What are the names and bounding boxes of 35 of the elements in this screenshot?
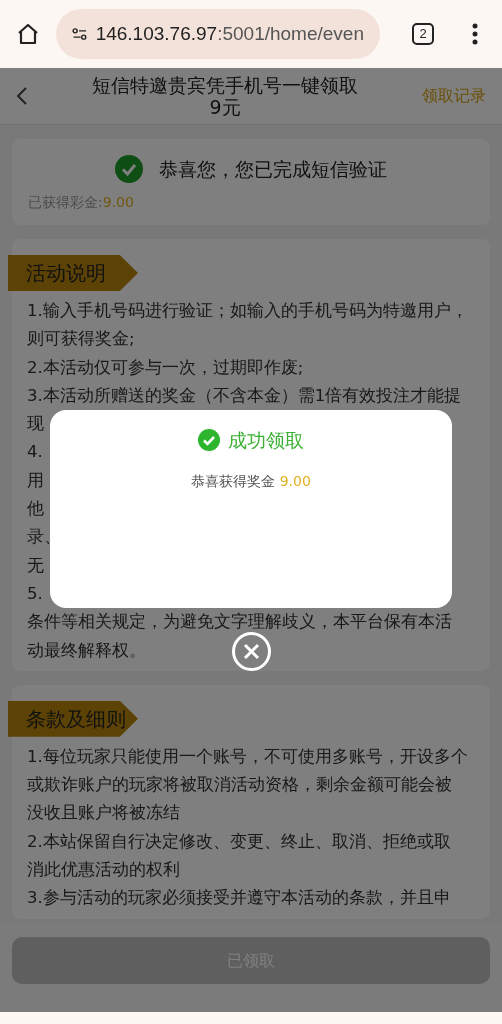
- rule-text: 1.每位玩家只能使用一个账号，不可使用多账号，开设多个: [27, 745, 468, 768]
- close-button[interactable]: [232, 632, 271, 671]
- rule-text: 1.输入手机号码进行验证；如输入的手机号码为特邀用户，: [27, 300, 468, 322]
- status-message: 恭喜您，您已完成短信验证: [159, 157, 387, 182]
- check-circle-icon: [115, 155, 143, 184]
- rule-text: 2.本活动仅可参与一次，过期即作废;: [27, 356, 304, 379]
- url-text[interactable]: 146.103.76.97:5001/home/even: [95, 19, 364, 49]
- page-title: 短信特邀贵宾凭手机号一键领取9元: [91, 74, 359, 118]
- check-circle-icon: [198, 429, 220, 452]
- tab-count[interactable]: 2: [412, 23, 434, 45]
- rule-text: 消此优惠活动的权利: [27, 859, 180, 882]
- rule-text: 无: [27, 554, 44, 577]
- rule-text: 4.: [27, 441, 43, 464]
- rule-text: 条件等相关规定，为避免文字理解歧义，本平台保有本活: [27, 611, 452, 634]
- url-bar[interactable]: 146.103.76.97:5001/home/even: [56, 9, 380, 59]
- rule-text: 2.本站保留自行决定修改、变更、终止、取消、拒绝或取: [27, 830, 451, 853]
- rule-text: 现: [27, 413, 44, 436]
- dialog-title: 成功领取: [228, 428, 304, 453]
- rule-text: 或欺诈账户的玩家将被取消活动资格，剩余金额可能会被: [27, 774, 452, 797]
- dialog-message: 恭喜获得奖金 9.00: [191, 471, 311, 491]
- rule-text: 没收且账户将被冻结: [27, 802, 180, 825]
- rule-text: 用: [27, 469, 44, 492]
- rule-text: 动最终解释权。: [27, 639, 146, 662]
- rule-text: 3.参与活动的玩家必须接受并遵守本活动的条款，并且申: [27, 887, 451, 910]
- rule-text: 则可获得奖金;: [27, 328, 135, 351]
- section-title: 活动说明: [8, 255, 138, 291]
- home-icon[interactable]: [16, 22, 40, 46]
- rule-text: 录、: [27, 526, 61, 549]
- menu-icon[interactable]: [472, 23, 478, 45]
- section-title: 条款及细则: [8, 700, 138, 737]
- rule-text: 5.: [27, 582, 43, 605]
- back-icon[interactable]: [16, 86, 28, 106]
- site-settings-icon[interactable]: [72, 26, 88, 42]
- rule-text: 3.本活动所赠送的奖金（不含本金）需1倍有效投注才能提: [27, 384, 462, 407]
- rule-text: 他: [27, 498, 44, 521]
